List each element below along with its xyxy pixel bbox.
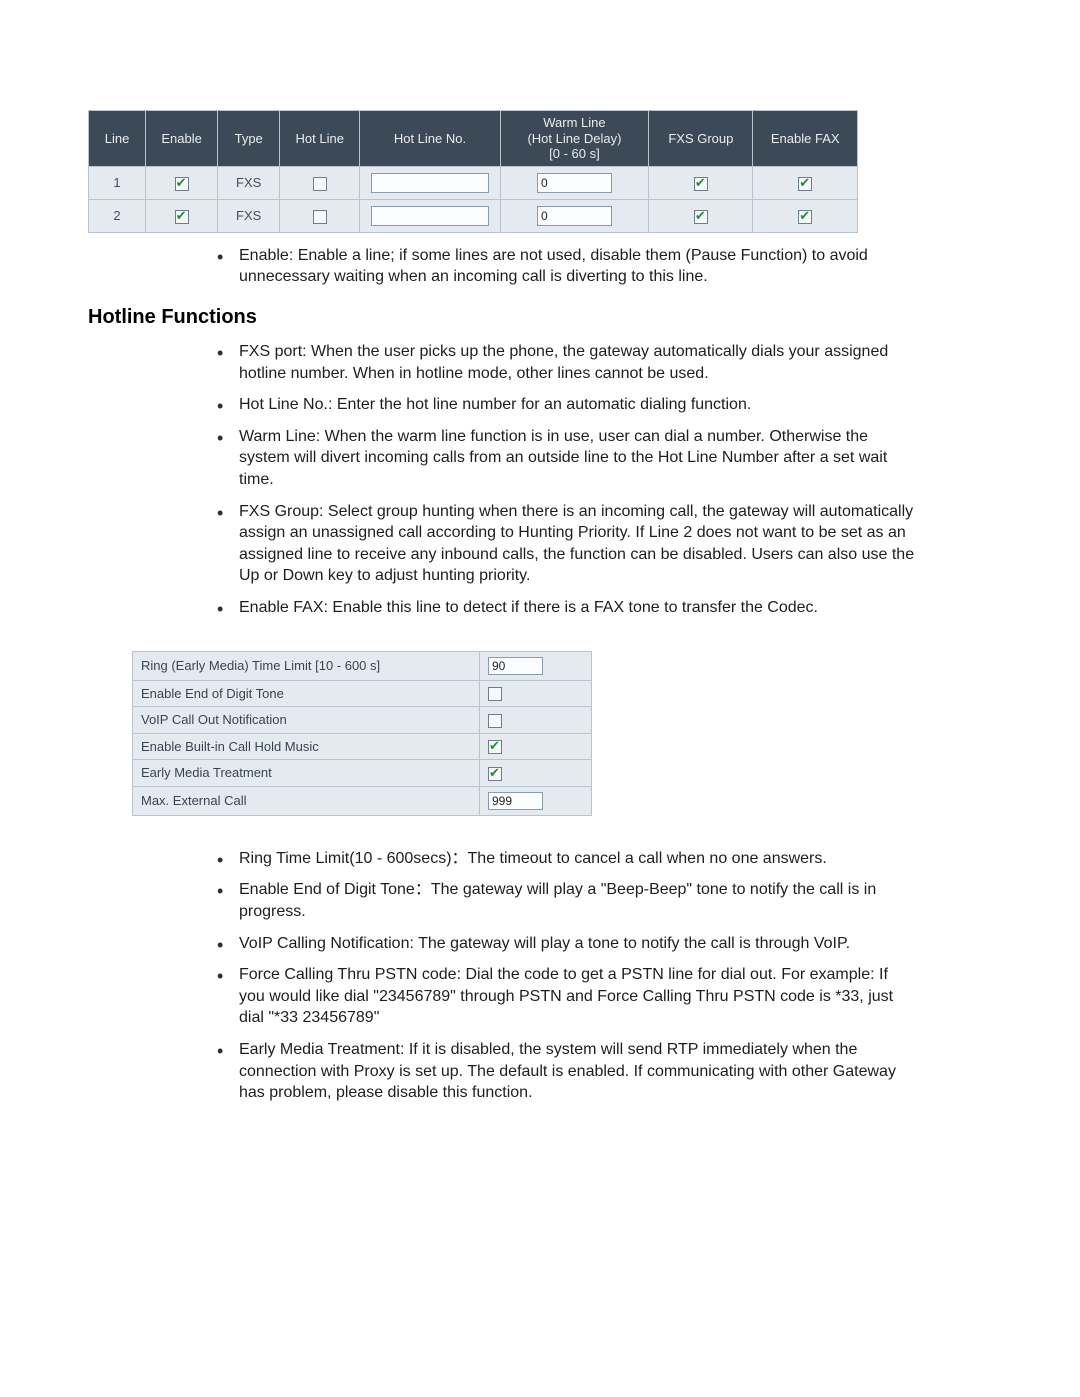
settings-label: Early Media Treatment	[132, 760, 480, 787]
hotline-functions-item: Enable FAX: Enable this line to detect i…	[239, 597, 918, 619]
fxs-th-line: Line	[88, 110, 146, 167]
fxs-warmline-input[interactable]	[537, 173, 612, 193]
line-settings-note-item: VoIP Calling Notification: The gateway w…	[239, 933, 918, 955]
fxs-group-checkbox[interactable]	[694, 210, 708, 224]
fxs-enable-checkbox[interactable]	[175, 210, 189, 224]
settings-text-input[interactable]	[488, 792, 543, 810]
settings-label: VoIP Call Out Notification	[132, 707, 480, 734]
fxs-hotline-checkbox[interactable]	[313, 210, 327, 224]
hotline-functions-heading: Hotline Functions	[88, 306, 1080, 329]
settings-row: Enable Built-in Call Hold Music	[132, 734, 592, 761]
line-settings-note-item: Force Calling Thru PSTN code: Dial the c…	[239, 964, 918, 1029]
settings-row: Max. External Call	[132, 787, 592, 816]
fxs-line-number: 2	[113, 208, 120, 223]
line-settings-table: Ring (Early Media) Time Limit [10 - 600 …	[132, 651, 592, 816]
fxs-line-table: Line Enable Type Hot Line Hot Line No. W…	[88, 110, 858, 233]
settings-row: Ring (Early Media) Time Limit [10 - 600 …	[132, 651, 592, 681]
enable-note-item: Enable: Enable a line; if some lines are…	[239, 245, 918, 288]
fxs-th-fax: Enable FAX	[753, 110, 858, 167]
line-settings-note-item: Ring Time Limit(10 - 600secs)：The timeou…	[239, 848, 918, 870]
settings-row: Enable End of Digit Tone	[132, 681, 592, 708]
fxs-th-hotlineno: Hot Line No.	[360, 110, 500, 167]
hotline-functions-item: Warm Line: When the warm line function i…	[239, 426, 918, 491]
settings-row: Early Media Treatment	[132, 760, 592, 787]
fxs-th-hotline: Hot Line	[280, 110, 360, 167]
settings-row: VoIP Call Out Notification	[132, 707, 592, 734]
fxs-hotline-checkbox[interactable]	[313, 177, 327, 191]
settings-label: Enable Built-in Call Hold Music	[132, 734, 480, 761]
settings-checkbox[interactable]	[488, 687, 502, 701]
settings-label: Max. External Call	[132, 787, 480, 816]
fxs-hotline-no-input[interactable]	[371, 173, 489, 193]
fxs-type-label: FXS	[236, 175, 261, 190]
fxs-fax-checkbox[interactable]	[798, 210, 812, 224]
line-settings-note-item: Early Media Treatment: If it is disabled…	[239, 1039, 918, 1104]
hotline-functions-list: FXS port: When the user picks up the pho…	[239, 341, 918, 619]
fxs-warmline-input[interactable]	[537, 206, 612, 226]
line-settings-note-item: Enable End of Digit Tone：The gateway wil…	[239, 879, 918, 922]
settings-label: Enable End of Digit Tone	[132, 681, 480, 708]
hotline-functions-item: Hot Line No.: Enter the hot line number …	[239, 394, 918, 416]
fxs-header-row: Line Enable Type Hot Line Hot Line No. W…	[88, 110, 858, 167]
settings-checkbox[interactable]	[488, 767, 502, 781]
fxs-hotline-no-input[interactable]	[371, 206, 489, 226]
fxs-row: 2 FXS	[88, 200, 858, 233]
settings-label: Ring (Early Media) Time Limit [10 - 600 …	[132, 651, 480, 681]
settings-checkbox[interactable]	[488, 740, 502, 754]
fxs-type-label: FXS	[236, 208, 261, 223]
fxs-enable-checkbox[interactable]	[175, 177, 189, 191]
hotline-functions-item: FXS port: When the user picks up the pho…	[239, 341, 918, 384]
fxs-th-type: Type	[218, 110, 280, 167]
fxs-row: 1 FXS	[88, 167, 858, 200]
hotline-functions-item: FXS Group: Select group hunting when the…	[239, 501, 918, 587]
settings-checkbox[interactable]	[488, 714, 502, 728]
fxs-group-checkbox[interactable]	[694, 177, 708, 191]
fxs-th-group: FXS Group	[649, 110, 753, 167]
fxs-th-enable: Enable	[146, 110, 218, 167]
settings-text-input[interactable]	[488, 657, 543, 675]
enable-note-list: Enable: Enable a line; if some lines are…	[239, 245, 918, 288]
fxs-fax-checkbox[interactable]	[798, 177, 812, 191]
line-settings-notes-list: Ring Time Limit(10 - 600secs)：The timeou…	[239, 848, 918, 1104]
fxs-th-warmline: Warm Line (Hot Line Delay) [0 - 60 s]	[501, 110, 650, 167]
fxs-line-number: 1	[113, 175, 120, 190]
